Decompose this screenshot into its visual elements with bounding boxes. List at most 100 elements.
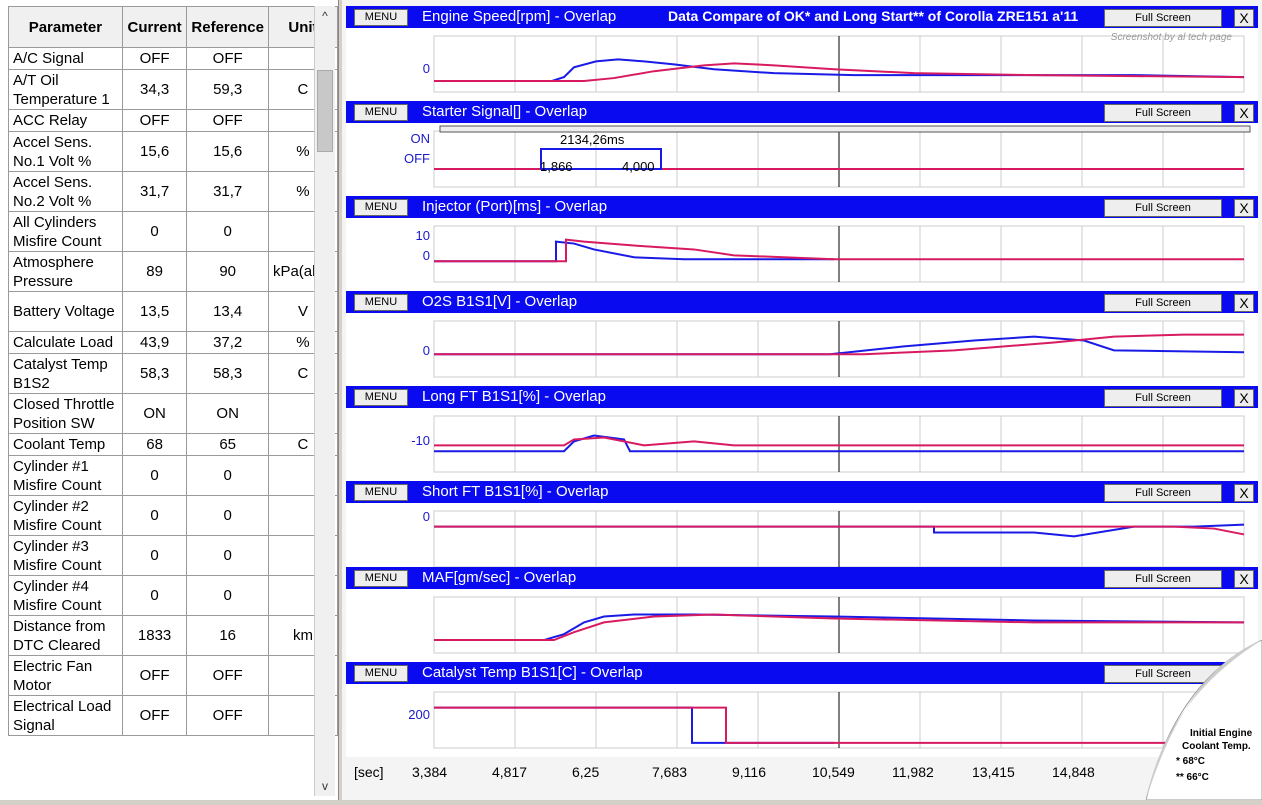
- header-reference[interactable]: Reference: [186, 6, 269, 48]
- menu-button[interactable]: MENU: [354, 570, 408, 587]
- menu-button[interactable]: MENU: [354, 294, 408, 311]
- compare-title: Data Compare of OK* and Long Start** of …: [668, 8, 1079, 24]
- table-row[interactable]: Cylinder #2 Misfire Count 0 0: [8, 495, 339, 536]
- full-screen-button[interactable]: Full Screen: [1104, 104, 1222, 122]
- menu-button[interactable]: MENU: [354, 104, 408, 121]
- panel-titlebar: MENU Starter Signal[] - Overlap Full Scree…: [346, 101, 1258, 123]
- full-screen-button[interactable]: Full Screen: [1104, 294, 1222, 312]
- panel-plot[interactable]: [346, 218, 1258, 291]
- current-value-cell: 68: [121, 433, 188, 456]
- full-screen-button[interactable]: Full Screen: [1104, 570, 1222, 588]
- full-screen-button[interactable]: Full Screen: [1104, 389, 1222, 407]
- menu-button[interactable]: MENU: [354, 665, 408, 682]
- table-row[interactable]: Atmosphere Pressure 89 90 kPa(abs): [8, 251, 339, 292]
- current-value-cell: 1833: [121, 615, 188, 656]
- panel-title: Short FT B1S1[%] - Overlap: [422, 483, 609, 500]
- table-row[interactable]: Cylinder #4 Misfire Count 0 0: [8, 575, 339, 616]
- reference-value-cell: 58,3: [186, 353, 269, 394]
- current-value-cell: 0: [121, 495, 188, 536]
- close-button[interactable]: X: [1234, 294, 1254, 312]
- panel-plot[interactable]: [346, 503, 1258, 576]
- table-row[interactable]: Accel Sens. No.2 Volt % 31,7 31,7%: [8, 171, 339, 212]
- menu-button[interactable]: MENU: [354, 199, 408, 216]
- param-name-cell: Distance from DTC Cleared: [8, 615, 123, 656]
- table-row[interactable]: Coolant Temp 68 65 C: [8, 433, 339, 456]
- table-row[interactable]: A/C Signal OFF OFF: [8, 47, 339, 70]
- param-name-cell: ACC Relay: [8, 109, 123, 132]
- menu-button[interactable]: MENU: [354, 9, 408, 26]
- table-row[interactable]: A/T Oil Temperature 1 34,3 59,3 C: [8, 69, 339, 110]
- graph-panel-4: MENU O2S B1S1[V] - Overlap Full Screen X 0: [346, 291, 1258, 386]
- y-axis-label: 0: [422, 509, 430, 524]
- panel-plot[interactable]: [346, 684, 1258, 757]
- measure-duration: 2134,26ms: [560, 132, 625, 147]
- panel-titlebar: MENU Engine Speed[rpm] - Overlap Data Comp…: [346, 6, 1258, 28]
- menu-button[interactable]: MENU: [354, 389, 408, 406]
- table-row[interactable]: All Cylinders Misfire Count 0 0: [8, 211, 339, 252]
- note-ok-temp: * 68°C: [1176, 756, 1206, 767]
- param-name-cell: Cylinder #3 Misfire Count: [8, 535, 123, 576]
- scroll-down-arrow[interactable]: v: [315, 776, 335, 796]
- ok-series-line: [434, 706, 834, 744]
- current-value-cell: 58,3: [121, 353, 188, 394]
- reference-value-cell: 13,4: [186, 291, 269, 332]
- current-value-cell: 0: [121, 211, 188, 252]
- table-row[interactable]: Cylinder #3 Misfire Count 0 0: [8, 535, 339, 576]
- table-scrollbar[interactable]: ^ v: [314, 6, 335, 796]
- panel-plot[interactable]: [346, 408, 1258, 481]
- time-tick-label: 6,25: [572, 764, 600, 780]
- param-name-cell: Battery Voltage: [8, 291, 123, 332]
- y-axis-label: OFF: [404, 151, 430, 166]
- current-value-cell: 34,3: [121, 69, 188, 110]
- table-header-row: Parameter Current Reference Unit: [8, 6, 339, 48]
- full-screen-button[interactable]: Full Screen: [1104, 199, 1222, 217]
- param-name-cell: Calculate Load: [8, 331, 123, 354]
- current-value-cell: OFF: [121, 655, 188, 696]
- close-button[interactable]: X: [1234, 570, 1254, 588]
- full-screen-button[interactable]: Full Screen: [1104, 9, 1222, 27]
- reference-value-cell: 16: [186, 615, 269, 656]
- close-button[interactable]: X: [1234, 484, 1254, 502]
- graph-panel-7: MENU MAF[gm/sec] - Overlap Full Screen X: [346, 567, 1258, 662]
- reference-value-cell: OFF: [186, 47, 269, 70]
- table-row[interactable]: Cylinder #1 Misfire Count 0 0: [8, 455, 339, 496]
- param-name-cell: A/C Signal: [8, 47, 123, 70]
- table-row[interactable]: Calculate Load 43,9 37,2%: [8, 331, 339, 354]
- reference-value-cell: OFF: [186, 109, 269, 132]
- panel-titlebar: MENU Catalyst Temp B1S1[C] - Overlap Full …: [346, 662, 1258, 684]
- time-tick-label: 3,384: [412, 764, 448, 780]
- parameter-table: Parameter Current Reference Unit A/C Sig…: [8, 6, 339, 736]
- close-button[interactable]: X: [1234, 104, 1254, 122]
- panel-plot[interactable]: [346, 313, 1258, 386]
- graph-panel-3: MENU Injector (Port)[ms] - Overlap Full Sc…: [346, 196, 1258, 291]
- table-row[interactable]: ACC Relay OFF OFF: [8, 109, 339, 132]
- menu-button[interactable]: MENU: [354, 484, 408, 501]
- parameter-panel: Parameter Current Reference Unit A/C Sig…: [0, 0, 339, 800]
- close-button[interactable]: X: [1234, 389, 1254, 407]
- scroll-up-arrow[interactable]: ^: [315, 6, 335, 26]
- plot-grid: [433, 596, 1245, 654]
- y-axis-label: -10: [411, 433, 430, 448]
- table-row[interactable]: Catalyst Temp B1S2 58,3 58,3 C: [8, 353, 339, 394]
- table-row[interactable]: Battery Voltage 13,5 13,4 V: [8, 291, 339, 332]
- close-button[interactable]: X: [1234, 199, 1254, 217]
- param-name-cell: Accel Sens. No.1 Volt %: [8, 131, 123, 172]
- scroll-thumb[interactable]: [317, 70, 333, 152]
- close-button[interactable]: X: [1234, 9, 1254, 27]
- header-parameter[interactable]: Parameter: [8, 6, 123, 48]
- table-row[interactable]: Closed Throttle Position SW ON ON: [8, 393, 339, 434]
- table-row[interactable]: Accel Sens. No.1 Volt % 15,6 15,6%: [8, 131, 339, 172]
- table-row[interactable]: Distance from DTC Cleared 1833 16 km: [8, 615, 339, 656]
- param-name-cell: Electrical Load Signal: [8, 695, 123, 736]
- header-current[interactable]: Current: [121, 6, 188, 48]
- panel-titlebar: MENU Short FT B1S1[%] - Overlap Full Scree…: [346, 481, 1258, 503]
- plot-grid: [433, 415, 1245, 473]
- time-tick-label: 9,116: [732, 764, 766, 780]
- full-screen-button[interactable]: Full Screen: [1104, 484, 1222, 502]
- panel-plot[interactable]: [346, 123, 1258, 196]
- table-row[interactable]: Electrical Load Signal OFF OFF: [8, 695, 339, 736]
- y-axis-label: 0: [422, 248, 430, 263]
- current-value-cell: 0: [121, 455, 188, 496]
- panel-plot[interactable]: [346, 589, 1258, 662]
- table-row[interactable]: Electric Fan Motor OFF OFF: [8, 655, 339, 696]
